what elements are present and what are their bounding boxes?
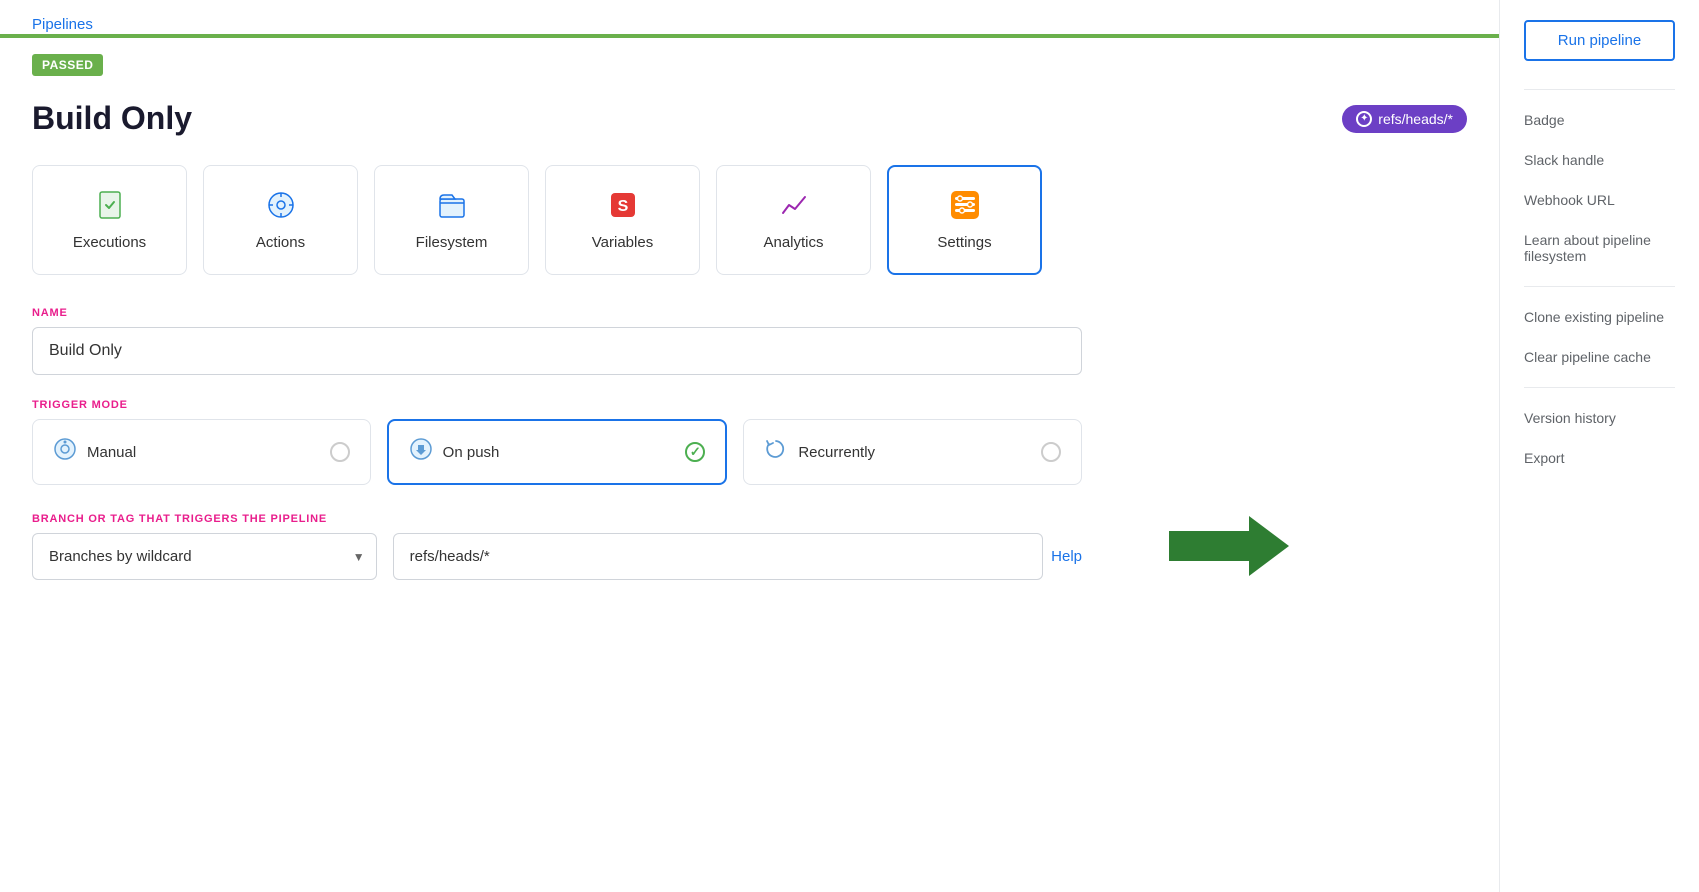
passed-badge: PASSED [32, 54, 103, 76]
trigger-manual-left: Manual [53, 437, 136, 467]
executions-label: Executions [73, 234, 146, 251]
name-input[interactable] [32, 327, 1082, 375]
executions-icon [94, 189, 126, 226]
svg-text:S: S [617, 198, 628, 215]
help-link[interactable]: Help [1051, 548, 1082, 565]
sidebar-item-version-history[interactable]: Version history [1524, 400, 1675, 436]
sidebar-item-clone-pipeline[interactable]: Clone existing pipeline [1524, 299, 1675, 335]
nav-card-analytics[interactable]: Analytics [716, 165, 871, 275]
refs-badge: ✦ refs/heads/* [1342, 105, 1467, 133]
nav-card-variables[interactable]: S Variables [545, 165, 700, 275]
settings-label: Settings [937, 234, 991, 251]
trigger-manual[interactable]: Manual [32, 419, 371, 485]
branch-select-wrap: Branches by wildcard ▼ [32, 533, 377, 580]
manual-icon [53, 437, 77, 467]
sidebar-item-webhook-url[interactable]: Webhook URL [1524, 182, 1675, 218]
sidebar-item-learn-filesystem[interactable]: Learn about pipeline filesystem [1524, 222, 1675, 274]
actions-icon [265, 189, 297, 226]
analytics-label: Analytics [763, 234, 823, 251]
analytics-icon [778, 189, 810, 226]
recurrently-icon [764, 437, 788, 467]
trigger-recurrently[interactable]: Recurrently [743, 419, 1082, 485]
pipelines-link[interactable]: Pipelines [32, 16, 93, 33]
sidebar-item-clear-cache[interactable]: Clear pipeline cache [1524, 339, 1675, 375]
nav-card-settings[interactable]: Settings [887, 165, 1042, 275]
sidebar-divider-2 [1524, 286, 1675, 287]
branch-input-wrap: Help [393, 533, 1082, 580]
sidebar-item-badge[interactable]: Badge [1524, 102, 1675, 138]
manual-label: Manual [87, 444, 136, 461]
name-label: NAME [32, 307, 1082, 319]
actions-label: Actions [256, 234, 305, 251]
filesystem-icon [436, 189, 468, 226]
variables-label: Variables [592, 234, 653, 251]
branch-label: BRANCH OR TAG THAT TRIGGERS THE PIPELINE [32, 513, 1082, 525]
recurrently-label: Recurrently [798, 444, 875, 461]
page-title: Build Only [32, 100, 192, 137]
on-push-left: On push [409, 437, 500, 467]
title-row: Build Only ✦ refs/heads/* [32, 100, 1467, 137]
sidebar: Run pipeline Badge Slack handle Webhook … [1499, 0, 1699, 892]
on-push-label: On push [443, 444, 500, 461]
settings-icon [949, 189, 981, 226]
sidebar-item-slack-handle[interactable]: Slack handle [1524, 142, 1675, 178]
branch-row: Branches by wildcard ▼ Help [32, 533, 1082, 580]
branch-pattern-input[interactable] [393, 533, 1043, 580]
trigger-mode-row: Manual On push [32, 419, 1082, 485]
on-push-icon [409, 437, 433, 467]
sidebar-divider-3 [1524, 387, 1675, 388]
on-push-radio[interactable] [685, 442, 705, 462]
arrow-indicator [1169, 516, 1289, 581]
recurrently-left: Recurrently [764, 437, 875, 467]
sidebar-item-export[interactable]: Export [1524, 440, 1675, 476]
nav-card-executions[interactable]: Executions [32, 165, 187, 275]
trigger-label: TRIGGER MODE [32, 399, 1082, 411]
run-pipeline-sidebar-btn[interactable]: Run pipeline [1524, 20, 1675, 61]
nav-card-actions[interactable]: Actions [203, 165, 358, 275]
trigger-on-push[interactable]: On push [387, 419, 728, 485]
sidebar-divider-1 [1524, 89, 1675, 90]
recurrently-radio[interactable] [1041, 442, 1061, 462]
refs-text: refs/heads/* [1378, 111, 1453, 127]
filesystem-label: Filesystem [416, 234, 488, 251]
branch-type-select[interactable]: Branches by wildcard [32, 533, 377, 580]
variables-icon: S [607, 189, 639, 226]
manual-radio[interactable] [330, 442, 350, 462]
settings-form: NAME TRIGGER MODE [32, 307, 1082, 580]
nav-cards: Executions Actions [32, 165, 1467, 275]
nav-card-filesystem[interactable]: Filesystem [374, 165, 529, 275]
refs-icon: ✦ [1356, 111, 1372, 127]
